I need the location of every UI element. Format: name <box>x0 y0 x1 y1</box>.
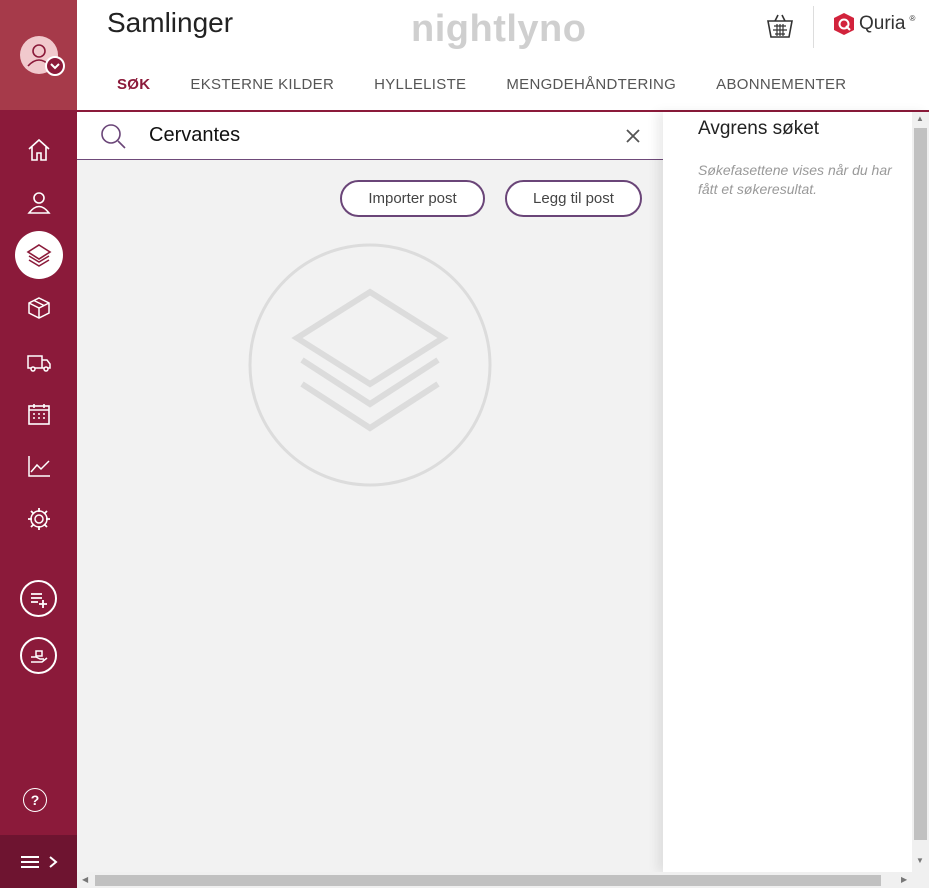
sidebar-item-calendar[interactable] <box>19 394 59 434</box>
search-icon[interactable] <box>99 122 127 150</box>
tab-bar: SØK EKSTERNE KILDER HYLLELISTE MENGDEHÅN… <box>117 76 886 93</box>
sidebar-item-items[interactable] <box>19 288 59 328</box>
tab-external-sources[interactable]: EKSTERNE KILDER <box>190 76 334 93</box>
vertical-scroll-thumb[interactable] <box>914 128 927 840</box>
tab-search[interactable]: SØK <box>117 76 150 93</box>
calendar-icon <box>28 404 50 425</box>
vertical-scrollbar[interactable]: ▲ ▼ <box>912 112 929 872</box>
sidebar: ? <box>0 0 77 888</box>
basket-icon <box>767 14 793 38</box>
sidebar-item-patrons[interactable] <box>19 182 59 222</box>
refine-panel: Avgrens søket Søkefasettene vises når du… <box>663 112 929 872</box>
layers-icon <box>26 244 52 267</box>
refine-panel-title: Avgrens søket <box>698 118 820 139</box>
chart-icon <box>28 456 50 477</box>
menu-icon <box>21 855 39 868</box>
brand-logo: Quria ® <box>833 12 915 36</box>
header-divider <box>813 6 814 48</box>
new-list-button[interactable] <box>20 580 57 617</box>
scroll-down-icon[interactable]: ▼ <box>916 856 924 865</box>
box-icon <box>28 297 50 319</box>
chevron-right-icon <box>49 855 58 868</box>
user-icon <box>27 192 51 214</box>
tab-shelf-list[interactable]: HYLLELISTE <box>374 76 466 93</box>
scroll-left-icon[interactable]: ◀ <box>82 875 88 884</box>
sidebar-item-home[interactable] <box>19 130 59 170</box>
search-bar <box>77 112 663 160</box>
scroll-up-icon[interactable]: ▲ <box>916 114 924 123</box>
help-button[interactable]: ? <box>23 788 47 812</box>
refine-panel-hint: Søkefasettene vises når du har fått et s… <box>698 162 892 197</box>
tab-bulk-management[interactable]: MENGDEHÅNDTERING <box>506 76 676 93</box>
add-post-button[interactable]: Legg til post <box>505 180 642 217</box>
header: Samlinger nightlyno Quria ® SØK EKSTERNE… <box>77 0 929 112</box>
horizontal-scroll-thumb[interactable] <box>95 875 881 886</box>
scroll-right-icon[interactable]: ▶ <box>901 875 907 884</box>
truck-icon <box>27 355 51 372</box>
sidebar-item-statistics[interactable] <box>19 446 59 486</box>
quria-logo-icon <box>834 13 854 35</box>
sidebar-item-transport[interactable] <box>19 342 59 382</box>
close-icon[interactable] <box>625 128 641 144</box>
main-content: Importer post Legg til post <box>77 112 663 872</box>
search-input[interactable] <box>149 120 599 150</box>
hand-service-button[interactable] <box>20 637 57 674</box>
page-title: Samlinger <box>107 7 234 38</box>
home-icon <box>28 138 50 161</box>
brand-name: Quria <box>859 13 906 34</box>
brand-trademark: ® <box>909 13 916 23</box>
list-add-icon <box>30 592 47 608</box>
empty-state-layers-icon <box>248 243 492 487</box>
sidebar-profile-area <box>0 0 77 110</box>
horizontal-scrollbar[interactable]: ◀ ▶ <box>77 872 929 888</box>
sidebar-item-collections[interactable] <box>15 231 63 279</box>
chevron-down-icon[interactable] <box>45 56 65 76</box>
hand-icon <box>30 649 47 663</box>
basket-button[interactable] <box>765 12 795 40</box>
sidebar-toggle[interactable] <box>0 835 77 888</box>
sidebar-item-settings[interactable] <box>19 499 59 539</box>
question-icon: ? <box>30 792 40 808</box>
gear-icon <box>28 508 50 530</box>
tab-subscriptions[interactable]: ABONNEMENTER <box>716 76 846 93</box>
import-post-button[interactable]: Importer post <box>340 180 485 217</box>
instance-name: nightlyno <box>411 8 587 50</box>
